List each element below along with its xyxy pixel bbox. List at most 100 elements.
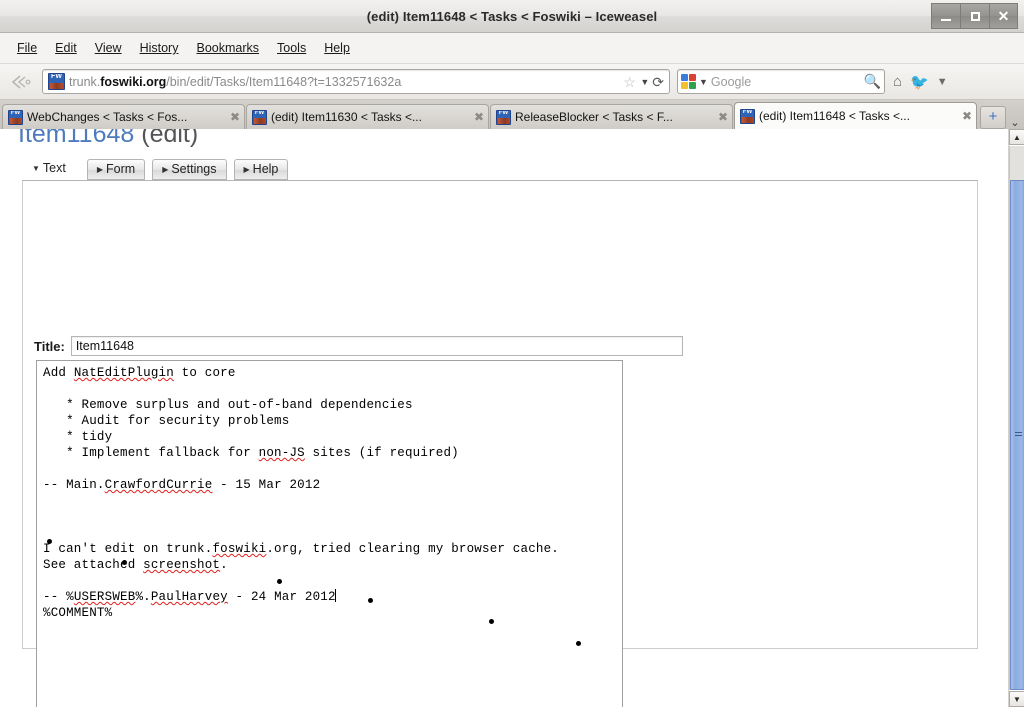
minimize-button[interactable]	[931, 3, 960, 29]
drag-trail-dot	[576, 641, 581, 646]
edit-tab-help-label: Help	[252, 162, 279, 176]
text-cursor	[335, 589, 337, 602]
foswiki-favicon	[48, 73, 65, 90]
drag-trail-dot	[368, 598, 373, 603]
foswiki-favicon	[496, 109, 511, 125]
close-icon[interactable]: ✖	[471, 110, 484, 124]
page-title: Item11648 (edit)	[18, 129, 198, 149]
url-text: trunk.foswiki.org/bin/edit/Tasks/Item116…	[69, 75, 623, 89]
menu-bookmarks-label: Bookmarks	[196, 41, 260, 55]
browser-tab-2-label: (edit) Item11630 < Tasks <...	[271, 110, 422, 124]
page-content: Item11648 (edit) ▼ Text ▶ Form ▶ Settings ▶…	[0, 129, 1008, 707]
maximize-icon	[970, 12, 980, 22]
foswiki-favicon	[740, 108, 755, 124]
close-button[interactable]: ✕	[989, 3, 1018, 29]
close-icon[interactable]: ✖	[227, 110, 240, 124]
triangle-right-icon: ▶	[96, 165, 104, 174]
close-icon: ✕	[997, 8, 1010, 24]
menu-view[interactable]: View	[86, 38, 131, 58]
menu-edit[interactable]: Edit	[46, 38, 86, 58]
search-engine-chevron-icon[interactable]: ▼	[699, 77, 708, 87]
drag-trail-dot	[47, 539, 52, 544]
search-input[interactable]: Google	[708, 75, 864, 89]
url-bar-icons: ☆ ▼ ⟳	[623, 75, 666, 89]
menu-file[interactable]: File	[8, 38, 46, 58]
scrollbar-grip-icon	[1015, 432, 1022, 438]
browser-tab-1-label: WebChanges < Tasks < Fos...	[27, 110, 188, 124]
title-field-label: Title:	[34, 338, 65, 354]
menu-help-label: Help	[324, 41, 350, 55]
reload-icon[interactable]: ⟳	[652, 75, 664, 89]
menu-edit-label: Edit	[55, 41, 77, 55]
toolbar-overflow-chevron-icon[interactable]: ▼	[937, 76, 948, 88]
menu-file-label: File	[17, 41, 38, 55]
window-controls: ✕	[931, 3, 1018, 29]
close-icon[interactable]: ✖	[715, 110, 728, 124]
drag-trail-dot	[122, 560, 127, 565]
star-icon[interactable]: ☆	[623, 75, 637, 89]
edit-tab-text-label: Text	[42, 161, 66, 175]
browser-tab-3-label: ReleaseBlocker < Tasks < F...	[515, 110, 673, 124]
url-prefix: trunk.	[69, 74, 101, 89]
menu-bookmarks[interactable]: Bookmarks	[187, 38, 268, 58]
magnifier-icon[interactable]: 🔍	[864, 73, 881, 90]
back-arrow-icon	[11, 74, 31, 89]
scroll-up-button[interactable]: ▲	[1009, 129, 1024, 145]
browser-tab-4[interactable]: (edit) Item11648 < Tasks <... ✖	[734, 102, 977, 129]
window-titlebar: (edit) Item11648 < Tasks < Foswiki – Ice…	[0, 0, 1024, 33]
chevron-down-icon[interactable]: ▼	[640, 77, 649, 87]
google-icon[interactable]	[681, 73, 697, 90]
menu-help[interactable]: Help	[315, 38, 359, 58]
triangle-right-icon: ▶	[243, 165, 250, 174]
scrollbar-thumb[interactable]	[1010, 180, 1024, 690]
url-bar[interactable]: trunk.foswiki.org/bin/edit/Tasks/Item116…	[42, 69, 670, 94]
edit-tab-text[interactable]: ▼ Text	[22, 159, 80, 180]
back-button[interactable]	[4, 68, 38, 96]
menu-view-label: View	[94, 41, 122, 55]
page-title-suffix: (edit)	[134, 129, 199, 148]
url-domain: foswiki.org	[100, 74, 167, 89]
foswiki-favicon	[252, 109, 267, 125]
drag-trail-dot	[489, 619, 494, 624]
edit-tab-form[interactable]: ▶ Form	[86, 159, 146, 180]
scroll-down-button[interactable]: ▼	[1009, 691, 1024, 707]
edit-tab-help[interactable]: ▶ Help	[233, 159, 289, 180]
drag-trail-dot	[277, 579, 282, 584]
browser-tab-4-label: (edit) Item11648 < Tasks <...	[759, 109, 910, 123]
navigation-toolbar: trunk.foswiki.org/bin/edit/Tasks/Item116…	[0, 64, 1024, 100]
edit-tab-bar: ▼ Text ▶ Form ▶ Settings ▶ Help	[22, 159, 977, 180]
foswiki-favicon	[8, 109, 23, 125]
scroll-up-icon: ▲	[1013, 132, 1021, 142]
new-tab-button[interactable]: +	[980, 106, 1006, 129]
scrollbar-track[interactable]	[1009, 146, 1024, 690]
browser-tab-strip: WebChanges < Tasks < Fos... ✖ (edit) Ite…	[0, 100, 1024, 129]
window-title: (edit) Item11648 < Tasks < Foswiki – Ice…	[366, 9, 658, 24]
close-icon[interactable]: ✖	[959, 109, 972, 123]
edit-tab-form-label: Form	[106, 162, 136, 176]
browser-tab-3[interactable]: ReleaseBlocker < Tasks < F... ✖	[490, 104, 733, 129]
triangle-down-icon: ▼	[32, 164, 40, 173]
menu-tools-label: Tools	[277, 41, 307, 55]
search-bar[interactable]: ▼ Google 🔍	[677, 69, 885, 94]
edit-tab-settings[interactable]: ▶ Settings	[152, 159, 227, 180]
bird-icon[interactable]: 🐦	[910, 73, 929, 91]
body-textarea[interactable]: Add NatEditPlugin to core * Remove surpl…	[36, 360, 623, 707]
browser-tab-1[interactable]: WebChanges < Tasks < Fos... ✖	[2, 104, 245, 129]
maximize-button[interactable]	[960, 3, 989, 29]
menu-tools[interactable]: Tools	[268, 38, 315, 58]
page-scrollbar[interactable]: ▲ ▼	[1008, 129, 1024, 707]
triangle-right-icon: ▶	[162, 165, 169, 174]
menubar: File Edit View History Bookmarks Tools H…	[0, 33, 1024, 64]
url-suffix: /bin/edit/Tasks/Item11648?t=1332571632a	[166, 74, 402, 89]
menu-history-label: History	[139, 41, 179, 55]
minimize-icon	[941, 18, 951, 21]
browser-tab-2[interactable]: (edit) Item11630 < Tasks <... ✖	[246, 104, 489, 129]
page-title-topic: Item11648	[18, 129, 135, 148]
tab-list-chevron-icon[interactable]: ⌄	[1006, 116, 1024, 129]
scroll-down-icon: ▼	[1013, 694, 1021, 704]
title-input[interactable]	[70, 336, 683, 356]
menu-history[interactable]: History	[131, 38, 188, 58]
home-icon[interactable]: ⌂	[893, 73, 902, 90]
body-textarea-content: Add NatEditPlugin to core * Remove surpl…	[43, 366, 560, 620]
edit-tab-settings-label: Settings	[171, 162, 217, 176]
